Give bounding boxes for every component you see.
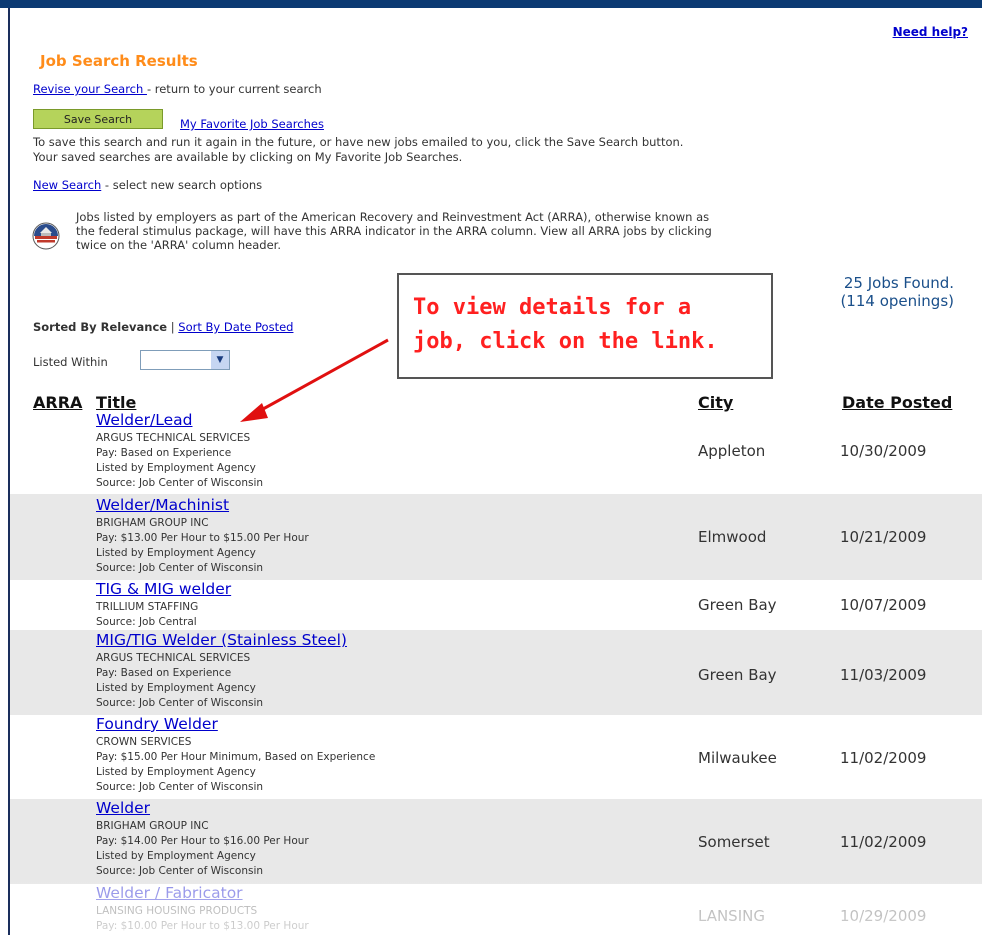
job-employer: CROWN SERVICES: [96, 736, 192, 748]
job-detail: Pay: $15.00 Per Hour Minimum, Based on E…: [96, 751, 376, 763]
job-title-link[interactable]: Welder/Machinist: [96, 496, 229, 514]
sort-separator: |: [167, 320, 179, 334]
openings-count: (114 openings): [840, 292, 954, 310]
job-title-link[interactable]: Foundry Welder: [96, 715, 218, 733]
job-row: MIG/TIG Welder (Stainless Steel) ARGUS T…: [10, 630, 982, 715]
job-title-link[interactable]: Welder / Fabricator: [96, 884, 243, 902]
job-detail: Listed by Employment Agency: [96, 682, 256, 694]
job-employer: ARGUS TECHNICAL SERVICES: [96, 652, 251, 664]
job-detail: Pay: $10.00 Per Hour to $13.00 Per Hour: [96, 920, 309, 932]
job-row: Welder/Machinist BRIGHAM GROUP INC Pay: …: [10, 494, 982, 580]
need-help-link[interactable]: Need help?: [893, 25, 968, 39]
job-row: TIG & MIG welder TRILLIUM STAFFING Sourc…: [10, 580, 982, 630]
job-title-link[interactable]: Welder: [96, 799, 150, 817]
new-search-line: New Search - select new search options: [33, 178, 262, 192]
jobs-found-count: 25 Jobs Found.: [843, 274, 954, 292]
arra-note-line-2: the federal stimulus package, will have …: [76, 224, 712, 238]
job-detail: Source: Job Center of Wisconsin: [96, 477, 264, 489]
job-employer: BRIGHAM GROUP INC: [96, 820, 209, 832]
callout-line-1: To view details for a: [413, 295, 692, 320]
job-detail: Source: Job Center of Wisconsin: [96, 865, 264, 877]
job-city: Appleton: [698, 442, 766, 460]
sort-by-date-link[interactable]: Sort By Date Posted: [178, 320, 293, 334]
job-detail: Listed by Employment Agency: [96, 462, 256, 474]
job-detail: Listed by Employment Agency: [96, 850, 256, 862]
job-city: Green Bay: [698, 666, 777, 684]
job-employer: BRIGHAM GROUP INC: [96, 517, 209, 529]
job-date: 10/21/2009: [840, 528, 927, 546]
top-banner-bar: [0, 0, 982, 8]
job-detail: Listed by Employment Agency: [96, 766, 256, 778]
arra-note-line-3: twice on the 'ARRA' column header.: [76, 238, 282, 252]
job-row: Foundry Welder CROWN SERVICES Pay: $15.0…: [10, 715, 982, 799]
column-header-arra[interactable]: ARRA: [33, 393, 82, 412]
listed-within-label: Listed Within: [33, 355, 108, 369]
job-city: Milwaukee: [698, 749, 777, 767]
favorites-line: My Favorite Job Searches: [180, 117, 324, 131]
sort-bar: Sorted By Relevance | Sort By Date Poste…: [33, 320, 293, 334]
job-detail: Pay: $14.00 Per Hour to $16.00 Per Hour: [96, 835, 309, 847]
job-detail: Source: Job Center of Wisconsin: [96, 562, 264, 574]
job-date: 11/02/2009: [840, 749, 927, 767]
revise-search-link[interactable]: Revise your Search: [33, 82, 147, 96]
new-search-link[interactable]: New Search: [33, 178, 101, 192]
revise-search-line: Revise your Search - return to your curr…: [33, 82, 322, 96]
job-title-link[interactable]: MIG/TIG Welder (Stainless Steel): [96, 631, 347, 649]
job-title-link[interactable]: Welder/Lead: [96, 411, 192, 429]
job-city: Somerset: [698, 833, 770, 851]
job-detail: Source: Job Center of Wisconsin: [96, 781, 264, 793]
new-search-text: - select new search options: [101, 178, 263, 192]
job-date: 11/02/2009: [840, 833, 927, 851]
job-detail: Pay: $13.00 Per Hour to $15.00 Per Hour: [96, 532, 309, 544]
job-title-link[interactable]: TIG & MIG welder: [96, 580, 231, 598]
job-row: Welder/Lead ARGUS TECHNICAL SERVICES Pay…: [10, 411, 982, 494]
save-search-button[interactable]: Save Search: [33, 109, 163, 129]
job-detail: Source: Job Central: [96, 616, 197, 628]
chevron-down-icon[interactable]: ▼: [211, 351, 229, 369]
column-header-title[interactable]: Title: [96, 393, 136, 412]
job-row: Welder / Fabricator LANSING HOUSING PROD…: [10, 884, 982, 935]
revise-search-text: - return to your current search: [146, 82, 322, 96]
job-employer: TRILLIUM STAFFING: [96, 601, 199, 613]
job-detail: Pay: Based on Experience: [96, 667, 232, 679]
job-date: 10/30/2009: [840, 442, 927, 460]
current-sort-label: Sorted By Relevance: [33, 320, 168, 334]
instruction-callout: To view details for a job, click on the …: [397, 273, 773, 379]
job-date: 10/07/2009: [840, 596, 927, 614]
job-detail: Listed by Employment Agency: [96, 547, 256, 559]
job-employer: ARGUS TECHNICAL SERVICES: [96, 432, 251, 444]
arra-indicator-icon: [32, 222, 60, 250]
job-date: 10/29/2009: [840, 907, 927, 925]
column-header-date-posted[interactable]: Date Posted: [842, 393, 952, 412]
job-detail: Pay: Based on Experience: [96, 447, 232, 459]
callout-line-2: job, click on the link.: [413, 329, 718, 354]
save-description-1: To save this search and run it again in …: [33, 135, 684, 149]
save-description-2: Your saved searches are available by cli…: [33, 150, 463, 164]
job-employer: LANSING HOUSING PRODUCTS: [96, 905, 258, 917]
job-city: LANSING: [698, 907, 765, 925]
page-title: Job Search Results: [40, 52, 198, 70]
arra-note-line-1: Jobs listed by employers as part of the …: [76, 210, 710, 224]
listed-within-select[interactable]: ▼: [140, 350, 230, 370]
job-detail: Source: Job Center of Wisconsin: [96, 697, 264, 709]
job-date: 11/03/2009: [840, 666, 927, 684]
job-row: Welder BRIGHAM GROUP INC Pay: $14.00 Per…: [10, 799, 982, 884]
job-city: Green Bay: [698, 596, 777, 614]
favorite-searches-link[interactable]: My Favorite Job Searches: [180, 117, 324, 131]
column-header-city[interactable]: City: [698, 393, 733, 412]
job-city: Elmwood: [698, 528, 767, 546]
